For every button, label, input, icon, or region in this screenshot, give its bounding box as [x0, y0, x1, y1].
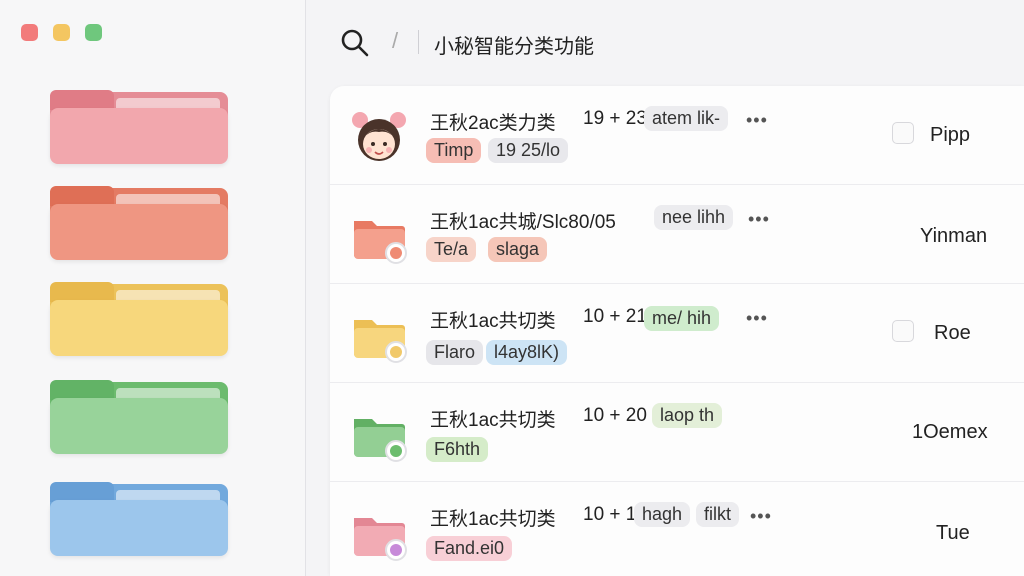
item-tag[interactable]: nee lihh [654, 205, 734, 230]
item-checkbox[interactable] [892, 320, 914, 342]
maximize-button[interactable] [85, 24, 102, 41]
more-options-icon[interactable]: ••• [746, 110, 768, 131]
sidebar-folder-green[interactable] [50, 380, 228, 456]
item-meta: 10 + 1 [583, 504, 637, 525]
item-title: 王秋1ac共切类 [430, 509, 556, 530]
list-item[interactable]: 王秋1ac共切类 10 + 20 laop th F6hth 1Oemex [330, 383, 1024, 482]
main-content: / 小秘智能分类功能 王秋2ac类力类 19 + 23 atem lik- ••… [306, 0, 1024, 576]
list-item[interactable]: 王秋1ac共切类 10 + 1 hagh filkt ••• Fand.ei0 … [330, 482, 1024, 576]
item-title: 王秋1ac共城/Slc80/05 [430, 212, 616, 233]
more-options-icon[interactable]: ••• [746, 308, 768, 329]
folder-icon [354, 518, 407, 561]
list-item[interactable]: 王秋1ac共城/Slc80/05 nee lihh ••• Te/a slaga… [330, 185, 1024, 284]
item-title: 王秋1ac共切类 [430, 410, 556, 431]
sidebar-folder-blue[interactable] [50, 482, 228, 558]
item-tag[interactable]: filkt [696, 502, 739, 527]
item-chip[interactable]: Flaro [426, 340, 484, 365]
more-options-icon[interactable]: ••• [748, 209, 770, 230]
item-title: 王秋2ac类力类 [430, 113, 556, 134]
item-chip[interactable]: 19 25/lo [488, 138, 569, 163]
sidebar-folder-yellow[interactable] [50, 282, 228, 358]
item-chip[interactable]: F6hth [426, 437, 489, 462]
search-icon[interactable] [340, 28, 370, 58]
folder-icon [50, 300, 228, 356]
window-controls [21, 24, 102, 41]
item-tag[interactable]: laop th [652, 403, 723, 428]
folder-icon [50, 204, 228, 260]
toolbar: / 小秘智能分类功能 [306, 0, 1024, 84]
item-assignee: Tue [936, 522, 970, 544]
folder-icon [50, 108, 228, 164]
item-chip[interactable]: Fand.ei0 [426, 536, 513, 561]
path-separator: / [392, 28, 399, 53]
item-chip[interactable]: Te/a [426, 237, 477, 262]
sidebar-folder-orange[interactable] [50, 186, 228, 262]
folder-icon [50, 500, 228, 556]
app-window: / 小秘智能分类功能 王秋2ac类力类 19 + 23 atem lik- ••… [0, 0, 1024, 576]
item-chip[interactable]: l4ay8lK) [486, 340, 568, 365]
minimize-button[interactable] [53, 24, 70, 41]
divider [418, 30, 419, 54]
task-list: 王秋2ac类力类 19 + 23 atem lik- ••• Timp 19 2… [330, 86, 1024, 576]
close-button[interactable] [21, 24, 38, 41]
more-options-icon[interactable]: ••• [750, 506, 772, 527]
item-chip[interactable]: Timp [426, 138, 482, 163]
page-title: 小秘智能分类功能 [434, 36, 594, 58]
item-assignee: 1Oemex [912, 421, 988, 443]
item-tag[interactable]: atem lik- [644, 106, 729, 131]
folder-icon [354, 419, 407, 462]
avatar-girl-icon [352, 112, 406, 161]
item-tag[interactable]: hagh [634, 502, 691, 527]
item-assignee: Roe [934, 322, 971, 344]
item-meta: 19 + 23 [583, 108, 647, 129]
item-tag[interactable]: me/ hih [644, 306, 720, 331]
item-meta: 10 + 21 [583, 306, 647, 327]
sidebar [0, 0, 306, 576]
item-checkbox[interactable] [892, 122, 914, 144]
item-chip[interactable]: slaga [488, 237, 548, 262]
item-title: 王秋1ac共切类 [430, 311, 556, 332]
item-assignee: Pipp [930, 124, 971, 146]
sidebar-folder-pink[interactable] [50, 90, 228, 166]
item-assignee: Yinman [920, 225, 988, 247]
list-item[interactable]: 王秋1ac共切类 10 + 21 me/ hih ••• Flaro l4ay8… [330, 284, 1024, 383]
folder-icon [354, 320, 407, 363]
item-meta: 10 + 20 [583, 405, 647, 426]
folder-icon [50, 398, 228, 454]
list-item[interactable]: 王秋2ac类力类 19 + 23 atem lik- ••• Timp 19 2… [330, 86, 1024, 185]
folder-icon [354, 221, 407, 264]
